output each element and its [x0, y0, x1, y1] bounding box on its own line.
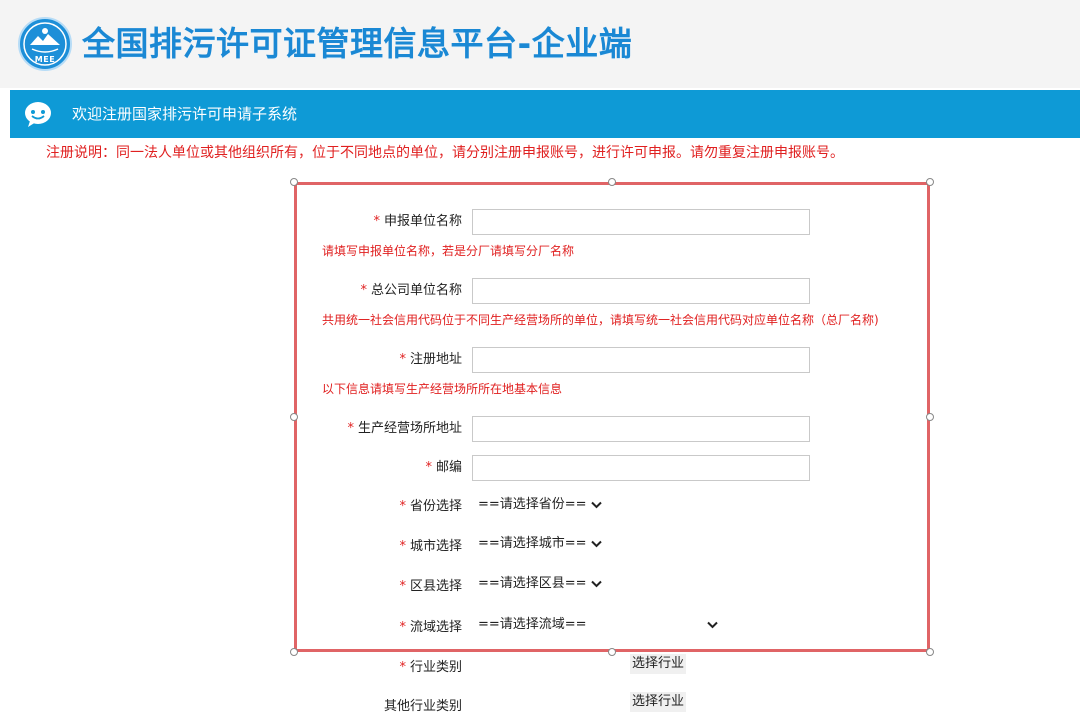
required-mark: * [373, 214, 380, 229]
frame-handle-middle-right[interactable] [926, 413, 934, 421]
required-mark: * [399, 352, 406, 367]
site-address-label: * 生产经营场所地址 [347, 421, 462, 436]
select-industry-button[interactable]: 选择行业 [630, 654, 687, 674]
basin-label: * 流域选择 [399, 620, 462, 635]
required-mark: * [347, 421, 354, 436]
frame-handle-top-middle[interactable] [608, 178, 616, 186]
required-mark: * [399, 579, 406, 594]
frame-handle-bottom-right[interactable] [926, 648, 934, 656]
required-mark: * [360, 283, 367, 298]
province-select[interactable]: ==请选择省份== [478, 496, 602, 514]
unit-name-hint: 请填写申报单位名称，若是分厂请填写分厂名称 [322, 244, 575, 258]
frame-handle-top-right[interactable] [926, 178, 934, 186]
registration-notice: 注册说明：同一法人单位或其他组织所有，位于不同地点的单位，请分别注册申报账号，进… [46, 145, 844, 161]
city-label: * 城市选择 [399, 539, 462, 554]
parent-company-label: * 总公司单位名称 [360, 283, 462, 298]
chevron-down-icon [590, 580, 602, 588]
required-mark: * [425, 460, 432, 475]
logo-text: MEE [34, 55, 56, 64]
chevron-down-icon [707, 621, 718, 629]
required-mark: * [399, 660, 406, 675]
reg-address-label: * 注册地址 [399, 352, 462, 367]
postcode-input[interactable] [472, 455, 810, 481]
parent-company-input[interactable] [472, 278, 810, 304]
chevron-down-icon [590, 540, 602, 548]
frame-handle-bottom-middle[interactable] [608, 648, 616, 656]
required-mark: * [399, 620, 406, 635]
province-selected-value: ==请选择省份== [478, 497, 587, 512]
city-selected-value: ==请选择城市== [478, 536, 587, 551]
site-address-input[interactable] [472, 416, 810, 442]
basin-selected-value: ==请选择流域== [478, 617, 587, 632]
welcome-bar: 欢迎注册国家排污许可申请子系统 [10, 90, 1080, 138]
frame-handle-middle-left[interactable] [290, 413, 298, 421]
frame-handle-bottom-left[interactable] [290, 648, 298, 656]
unit-name-label: * 申报单位名称 [373, 214, 462, 229]
industry-label: * 行业类别 [399, 660, 462, 675]
postcode-label: * 邮编 [425, 460, 462, 475]
other-industry-label: 其他行业类别 [383, 699, 462, 714]
welcome-text: 欢迎注册国家排污许可申请子系统 [72, 105, 298, 123]
frame-handle-top-left[interactable] [290, 178, 298, 186]
reg-address-input[interactable] [472, 347, 810, 373]
province-label: * 省份选择 [399, 499, 462, 514]
required-mark: * [399, 499, 406, 514]
site-title: 全国排污许可证管理信息平台-企业端 [82, 24, 633, 63]
chat-bubble-icon [25, 102, 51, 127]
chevron-down-icon [590, 501, 602, 509]
reg-address-hint: 以下信息请填写生产经营场所所在地基本信息 [322, 382, 563, 396]
unit-name-input[interactable] [472, 209, 810, 235]
required-mark: * [399, 539, 406, 554]
basin-select[interactable]: ==请选择流域== [478, 616, 718, 634]
county-label: * 区县选择 [399, 579, 462, 594]
county-select[interactable]: ==请选择区县== [478, 575, 602, 593]
site-header: MEE 全国排污许可证管理信息平台-企业端 [0, 0, 1080, 88]
city-select[interactable]: ==请选择城市== [478, 535, 602, 553]
registration-page: MEE 全国排污许可证管理信息平台-企业端 欢迎注册国家排污许可申请子系统 注册… [0, 0, 1080, 728]
select-other-industry-button[interactable]: 选择行业 [630, 692, 687, 712]
parent-company-hint: 共用统一社会信用代码位于不同生产经营场所的单位，请填写统一社会信用代码对应单位名… [322, 313, 879, 327]
county-selected-value: ==请选择区县== [478, 576, 587, 591]
mee-emblem-icon: MEE [18, 17, 72, 71]
